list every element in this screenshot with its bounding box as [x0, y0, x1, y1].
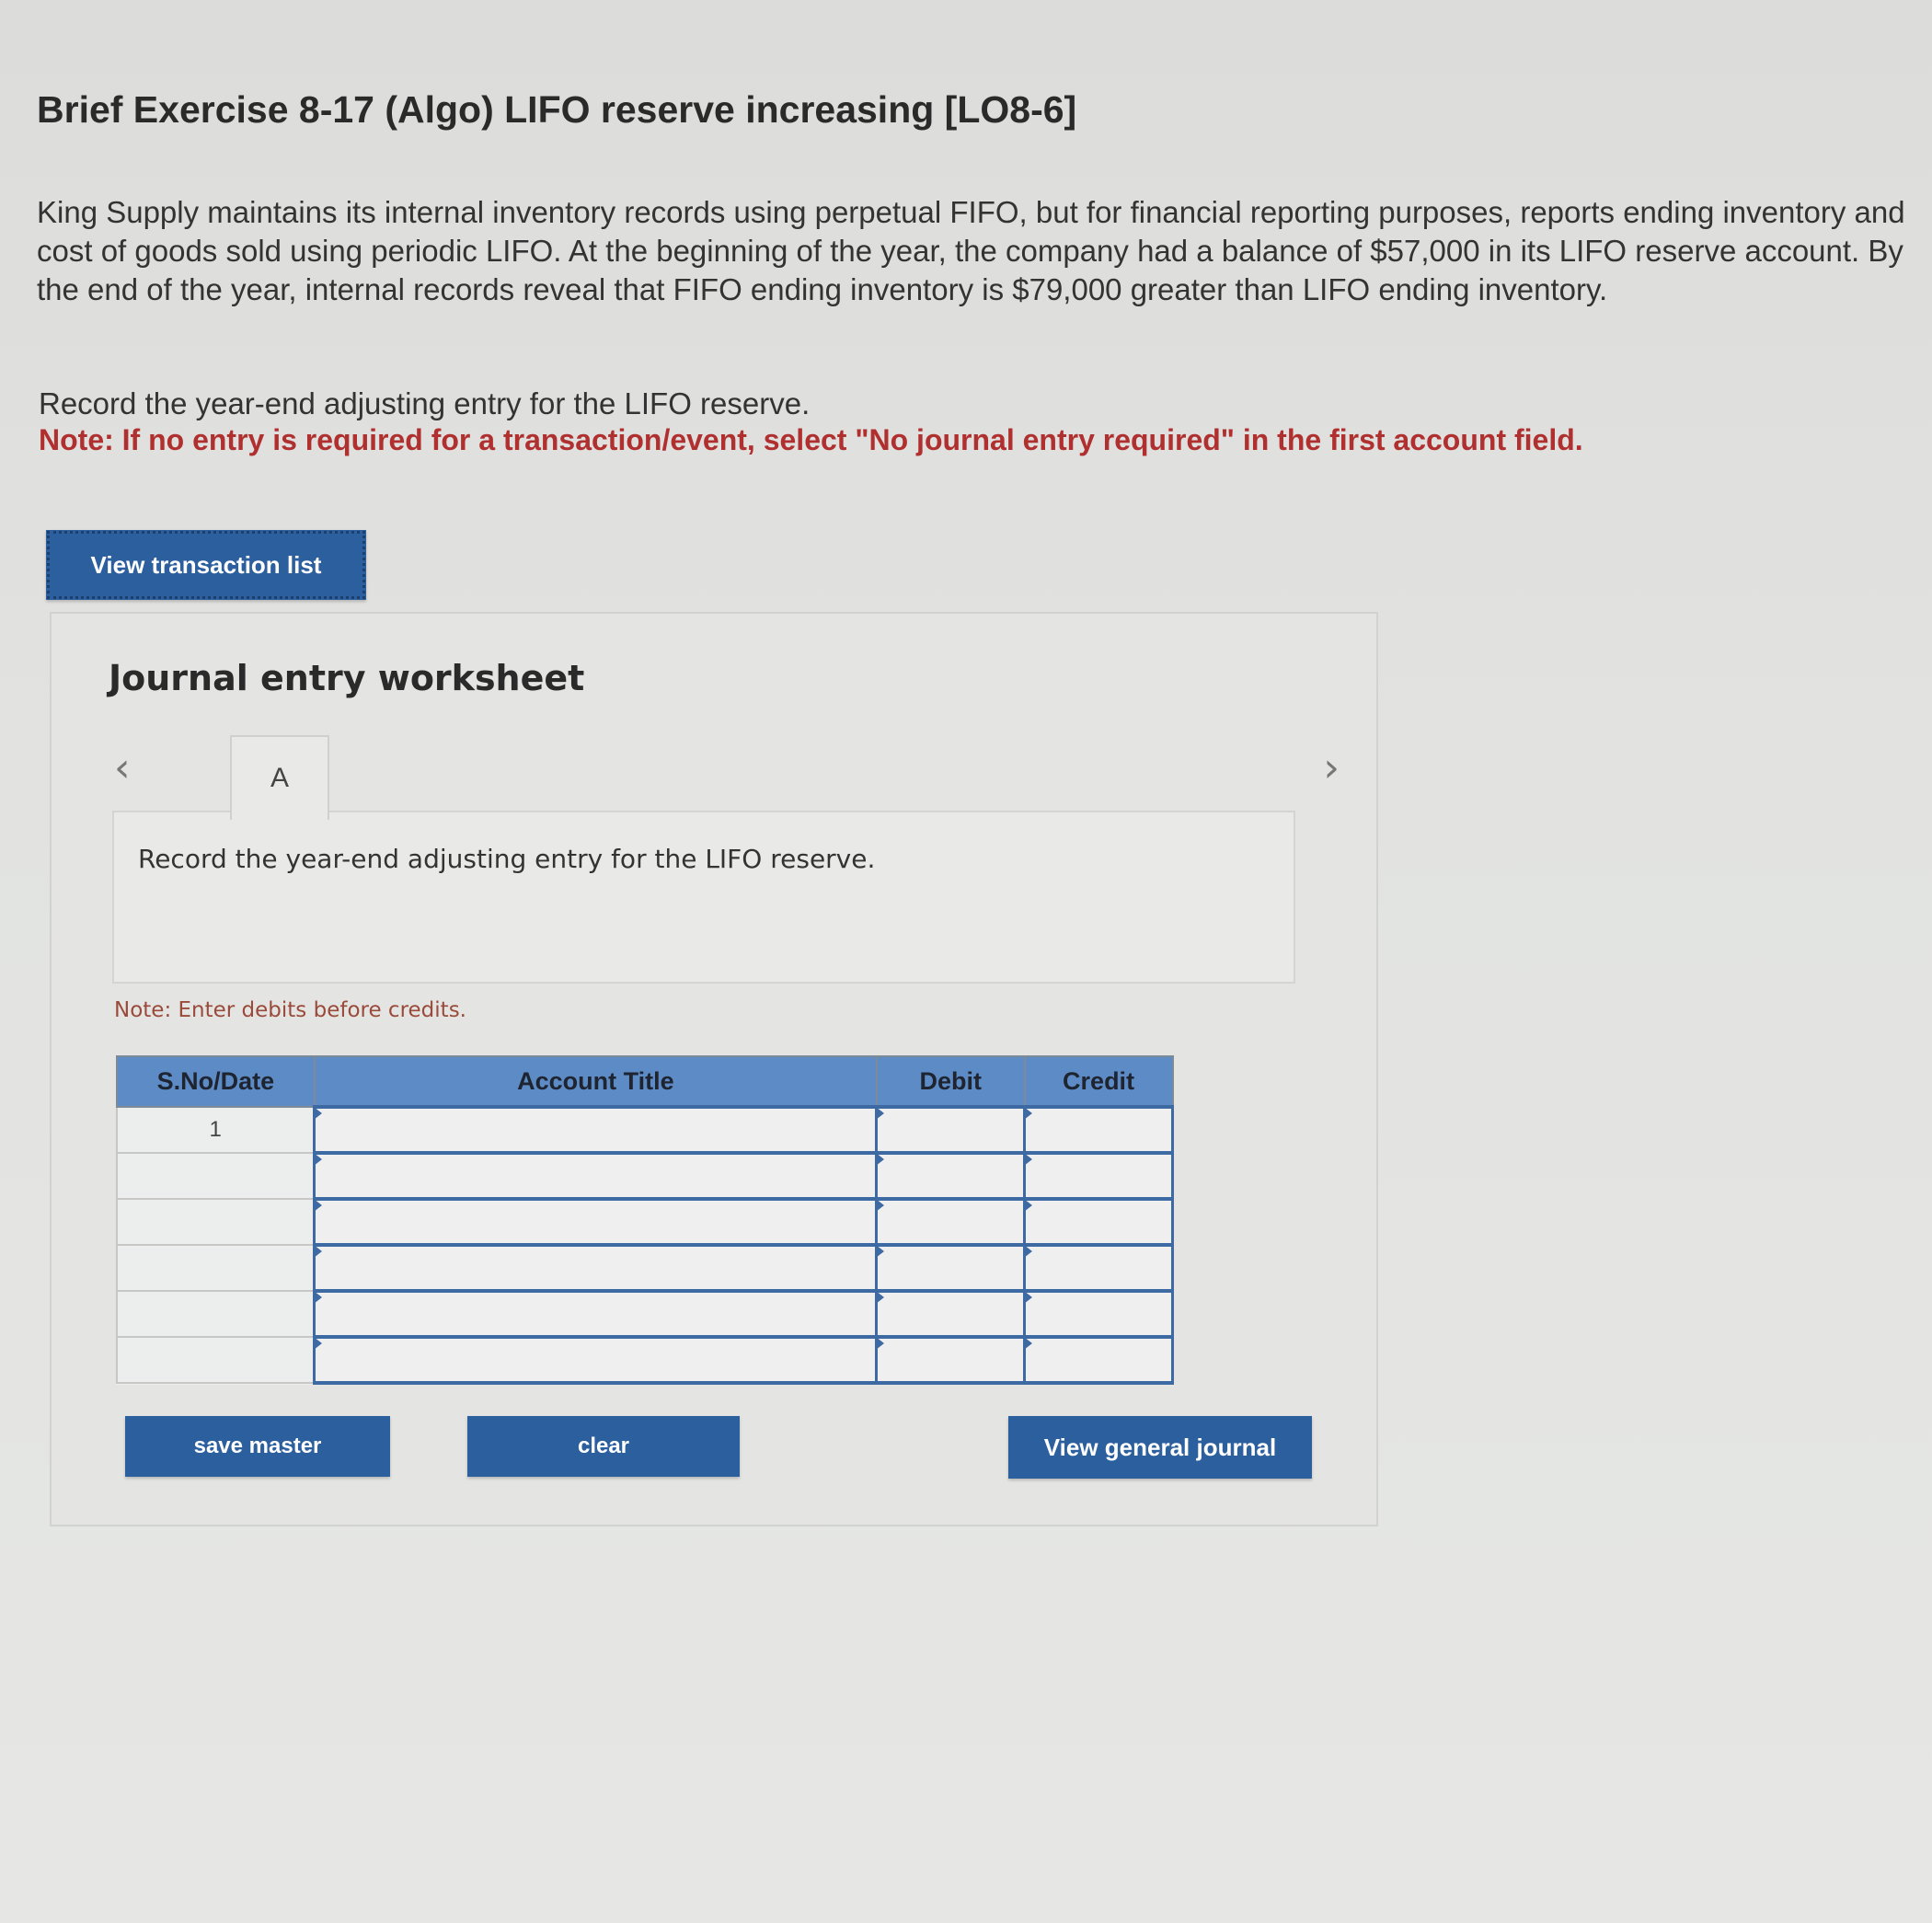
- input-marker-icon: [1024, 1153, 1033, 1166]
- account-title-input[interactable]: [313, 1243, 879, 1293]
- account-title-input[interactable]: [313, 1289, 879, 1339]
- account-title-input[interactable]: [313, 1335, 879, 1385]
- dropdown-marker-icon: [314, 1291, 323, 1304]
- dropdown-marker-icon: [314, 1199, 323, 1212]
- table-row: 1: [116, 1105, 1174, 1155]
- table-row: [116, 1197, 1174, 1247]
- table-row: [116, 1289, 1174, 1339]
- input-marker-icon: [876, 1291, 885, 1304]
- credit-input[interactable]: [1023, 1151, 1174, 1201]
- input-marker-icon: [1024, 1107, 1033, 1120]
- debit-input[interactable]: [875, 1197, 1027, 1247]
- table-row: [116, 1151, 1174, 1201]
- chevron-right-icon[interactable]: ›: [1323, 744, 1340, 791]
- journal-table: S.No/Date Account Title Debit Credit 1: [116, 1055, 1174, 1385]
- view-general-journal-button[interactable]: View general journal: [1008, 1416, 1312, 1479]
- input-marker-icon: [1024, 1245, 1033, 1258]
- sno-cell: 1: [116, 1106, 316, 1154]
- dropdown-marker-icon: [314, 1153, 323, 1166]
- debit-input[interactable]: [875, 1289, 1027, 1339]
- input-marker-icon: [876, 1337, 885, 1350]
- instruction-text: Record the year-end adjusting entry for …: [39, 386, 811, 420]
- chevron-left-icon[interactable]: ‹: [114, 744, 131, 791]
- dropdown-marker-icon: [314, 1337, 323, 1350]
- problem-description: King Supply maintains its internal inven…: [37, 195, 1905, 306]
- debits-note: Note: Enter debits before credits.: [114, 998, 466, 1022]
- no-entry-note: Note: If no entry is required for a tran…: [39, 423, 1583, 456]
- input-marker-icon: [1024, 1199, 1033, 1212]
- input-marker-icon: [1024, 1291, 1033, 1304]
- view-transaction-list-button[interactable]: View transaction list: [46, 530, 366, 600]
- tab-a[interactable]: A: [230, 735, 329, 820]
- account-title-input[interactable]: [313, 1151, 879, 1201]
- column-header-debit: Debit: [875, 1055, 1026, 1108]
- input-marker-icon: [876, 1245, 885, 1258]
- dropdown-marker-icon: [314, 1107, 323, 1120]
- prompt-text: Record the year-end adjusting entry for …: [138, 844, 876, 874]
- page-title: Brief Exercise 8-17 (Algo) LIFO reserve …: [37, 88, 1077, 131]
- debit-input[interactable]: [875, 1243, 1027, 1293]
- sno-cell: [116, 1290, 316, 1338]
- input-marker-icon: [876, 1199, 885, 1212]
- debit-input[interactable]: [875, 1151, 1027, 1201]
- credit-input[interactable]: [1023, 1243, 1174, 1293]
- sno-cell: [116, 1244, 316, 1292]
- journal-header-row: S.No/Date Account Title Debit Credit: [116, 1055, 1174, 1108]
- column-header-account-title: Account Title: [313, 1055, 878, 1108]
- journal-entry-worksheet: Journal entry worksheet ‹ A › Record the…: [50, 612, 1378, 1526]
- credit-input[interactable]: [1023, 1105, 1174, 1155]
- debit-input[interactable]: [875, 1335, 1027, 1385]
- account-title-input[interactable]: [313, 1105, 879, 1155]
- sno-cell: [116, 1336, 316, 1384]
- clear-button[interactable]: clear: [467, 1416, 740, 1477]
- table-row: [116, 1243, 1174, 1293]
- debit-input[interactable]: [875, 1105, 1027, 1155]
- column-header-sno-date: S.No/Date: [116, 1055, 316, 1108]
- prompt-box: Record the year-end adjusting entry for …: [112, 811, 1295, 984]
- table-row: [116, 1335, 1174, 1385]
- account-title-input[interactable]: [313, 1197, 879, 1247]
- tab-strip: ‹ A ›: [107, 731, 1340, 820]
- input-marker-icon: [876, 1107, 885, 1120]
- column-header-credit: Credit: [1023, 1055, 1174, 1108]
- save-master-button[interactable]: save master: [125, 1416, 390, 1477]
- sno-cell: [116, 1152, 316, 1200]
- dropdown-marker-icon: [314, 1245, 323, 1258]
- input-marker-icon: [876, 1153, 885, 1166]
- input-marker-icon: [1024, 1337, 1033, 1350]
- worksheet-title: Journal entry worksheet: [109, 658, 585, 698]
- credit-input[interactable]: [1023, 1335, 1174, 1385]
- credit-input[interactable]: [1023, 1197, 1174, 1247]
- sno-cell: [116, 1198, 316, 1246]
- credit-input[interactable]: [1023, 1289, 1174, 1339]
